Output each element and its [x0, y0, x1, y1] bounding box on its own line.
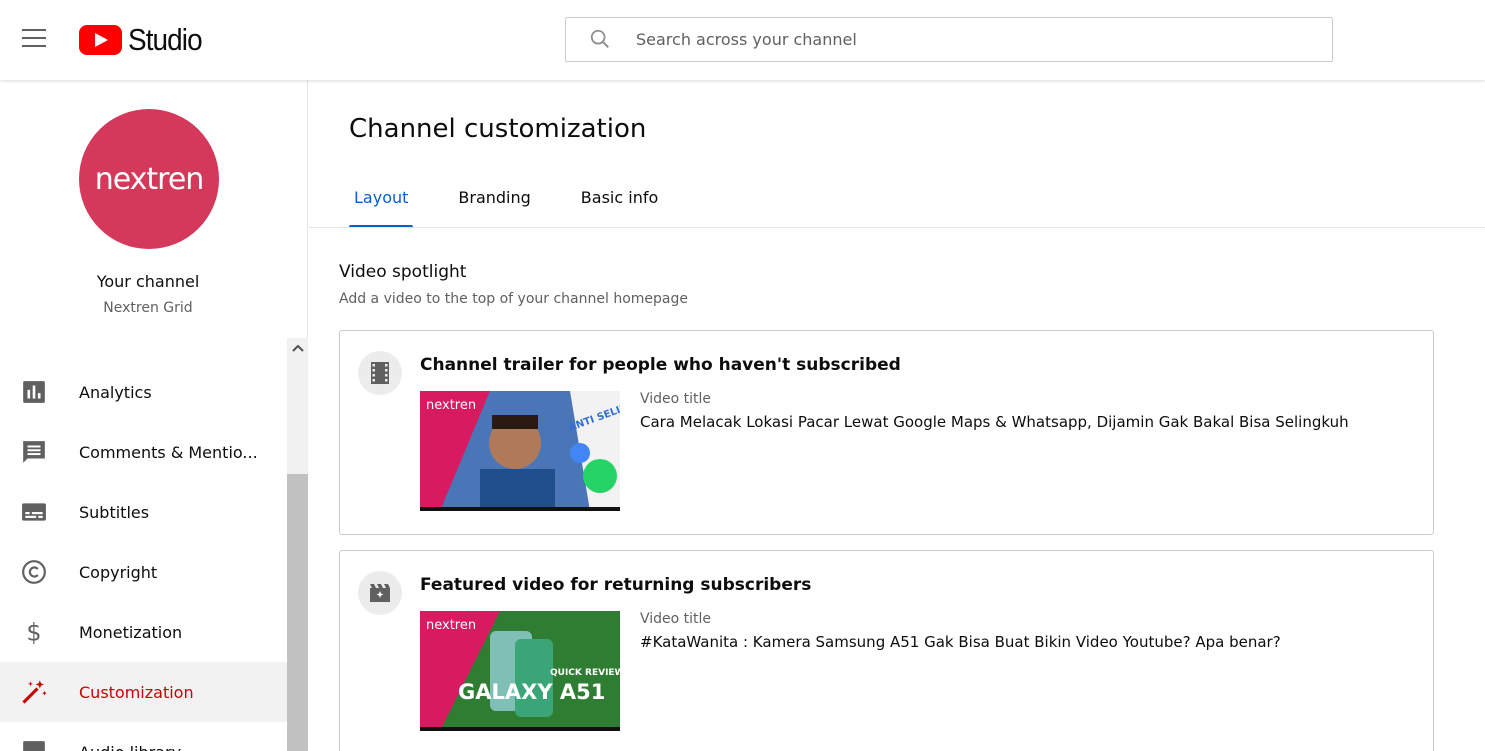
- sidebar-item-customization[interactable]: Customization: [0, 662, 287, 722]
- analytics-icon: [20, 378, 48, 406]
- sidebar-item-copyright[interactable]: Copyright: [0, 542, 287, 602]
- video-title-value: #KataWanita : Kamera Samsung A51 Gak Bis…: [640, 633, 1281, 651]
- dollar-icon: $: [20, 618, 48, 646]
- sidebar-nav: Analytics Comments & Mentio... Subtitles…: [0, 338, 287, 751]
- avatar-logo-text: nextren: [94, 161, 205, 197]
- featured-video-card[interactable]: Featured video for returning subscribers…: [339, 550, 1434, 751]
- sidebar-scrollbar[interactable]: [287, 338, 308, 751]
- svg-text:$: $: [26, 619, 41, 645]
- sidebar-item-label: Audio library: [79, 743, 181, 751]
- youtube-logo-icon: [79, 25, 122, 55]
- sidebar-item-monetization[interactable]: $ Monetization: [0, 602, 287, 662]
- channel-trailer-card[interactable]: Channel trailer for people who haven't s…: [339, 330, 1434, 535]
- scrollbar-thumb[interactable]: [287, 474, 308, 751]
- thumbnail-tag: QUICK REVIEW: [550, 668, 620, 678]
- logo-text: Studio: [128, 22, 203, 57]
- sidebar-item-comments[interactable]: Comments & Mentio...: [0, 422, 287, 482]
- search-icon[interactable]: [589, 28, 611, 50]
- search-box[interactable]: [565, 17, 1333, 62]
- sidebar: nextren Your channel Nextren Grid Analyt…: [0, 80, 308, 751]
- page-title: Channel customization: [349, 114, 647, 144]
- tab-branding[interactable]: Branding: [453, 186, 535, 228]
- sidebar-item-label: Analytics: [79, 382, 152, 402]
- sidebar-item-label: Subtitles: [79, 502, 150, 522]
- tab-bar: Layout Branding Basic info: [349, 186, 703, 228]
- menu-icon[interactable]: [22, 29, 46, 49]
- sidebar-item-audio-library[interactable]: Audio library: [0, 722, 287, 751]
- search-input[interactable]: [636, 18, 1316, 61]
- thumbnail-brand: nextren: [426, 398, 476, 413]
- sidebar-item-analytics[interactable]: Analytics: [0, 362, 287, 422]
- top-app-bar: Studio: [0, 0, 1485, 80]
- channel-avatar[interactable]: nextren: [79, 109, 219, 249]
- magic-wand-icon: [20, 678, 48, 706]
- sidebar-item-label: Comments & Mentio...: [79, 442, 258, 462]
- video-thumbnail[interactable]: nextren QUICK REVIEW GALAXY A51: [420, 611, 620, 731]
- card-title: Featured video for returning subscribers: [420, 575, 812, 595]
- sidebar-item-subtitles[interactable]: Subtitles: [0, 482, 287, 542]
- sidebar-item-label: Copyright: [79, 562, 158, 582]
- scroll-up-icon[interactable]: [287, 338, 308, 358]
- section-subtitle: Add a video to the top of your channel h…: [339, 291, 688, 307]
- studio-logo[interactable]: Studio: [79, 22, 210, 57]
- tabs-divider: [309, 227, 1485, 228]
- sidebar-item-label: Monetization: [79, 622, 183, 642]
- featured-video-icon: [358, 571, 402, 615]
- card-title: Channel trailer for people who haven't s…: [420, 355, 901, 375]
- comments-icon: [20, 438, 48, 466]
- channel-name: Nextren Grid: [103, 300, 193, 316]
- tab-layout[interactable]: Layout: [349, 186, 414, 228]
- thumbnail-caption: GALAXY A51: [458, 680, 605, 704]
- video-title-label: Video title: [640, 391, 712, 407]
- video-title-value: Cara Melacak Lokasi Pacar Lewat Google M…: [640, 413, 1349, 431]
- sidebar-item-label: Customization: [79, 682, 194, 702]
- your-channel-label[interactable]: Your channel: [0, 272, 296, 291]
- section-title: Video spotlight: [339, 262, 467, 282]
- video-title-label: Video title: [640, 611, 712, 627]
- main-content: Channel customization Layout Branding Ba…: [309, 80, 1485, 751]
- tab-basic-info[interactable]: Basic info: [576, 186, 663, 228]
- copyright-icon: [20, 558, 48, 586]
- thumbnail-brand: nextren: [426, 618, 476, 633]
- video-thumbnail[interactable]: nextren ANTI SELINGKUH!: [420, 391, 620, 511]
- film-icon: [358, 351, 402, 395]
- audio-library-icon: [20, 738, 48, 751]
- subtitles-icon: [20, 498, 48, 526]
